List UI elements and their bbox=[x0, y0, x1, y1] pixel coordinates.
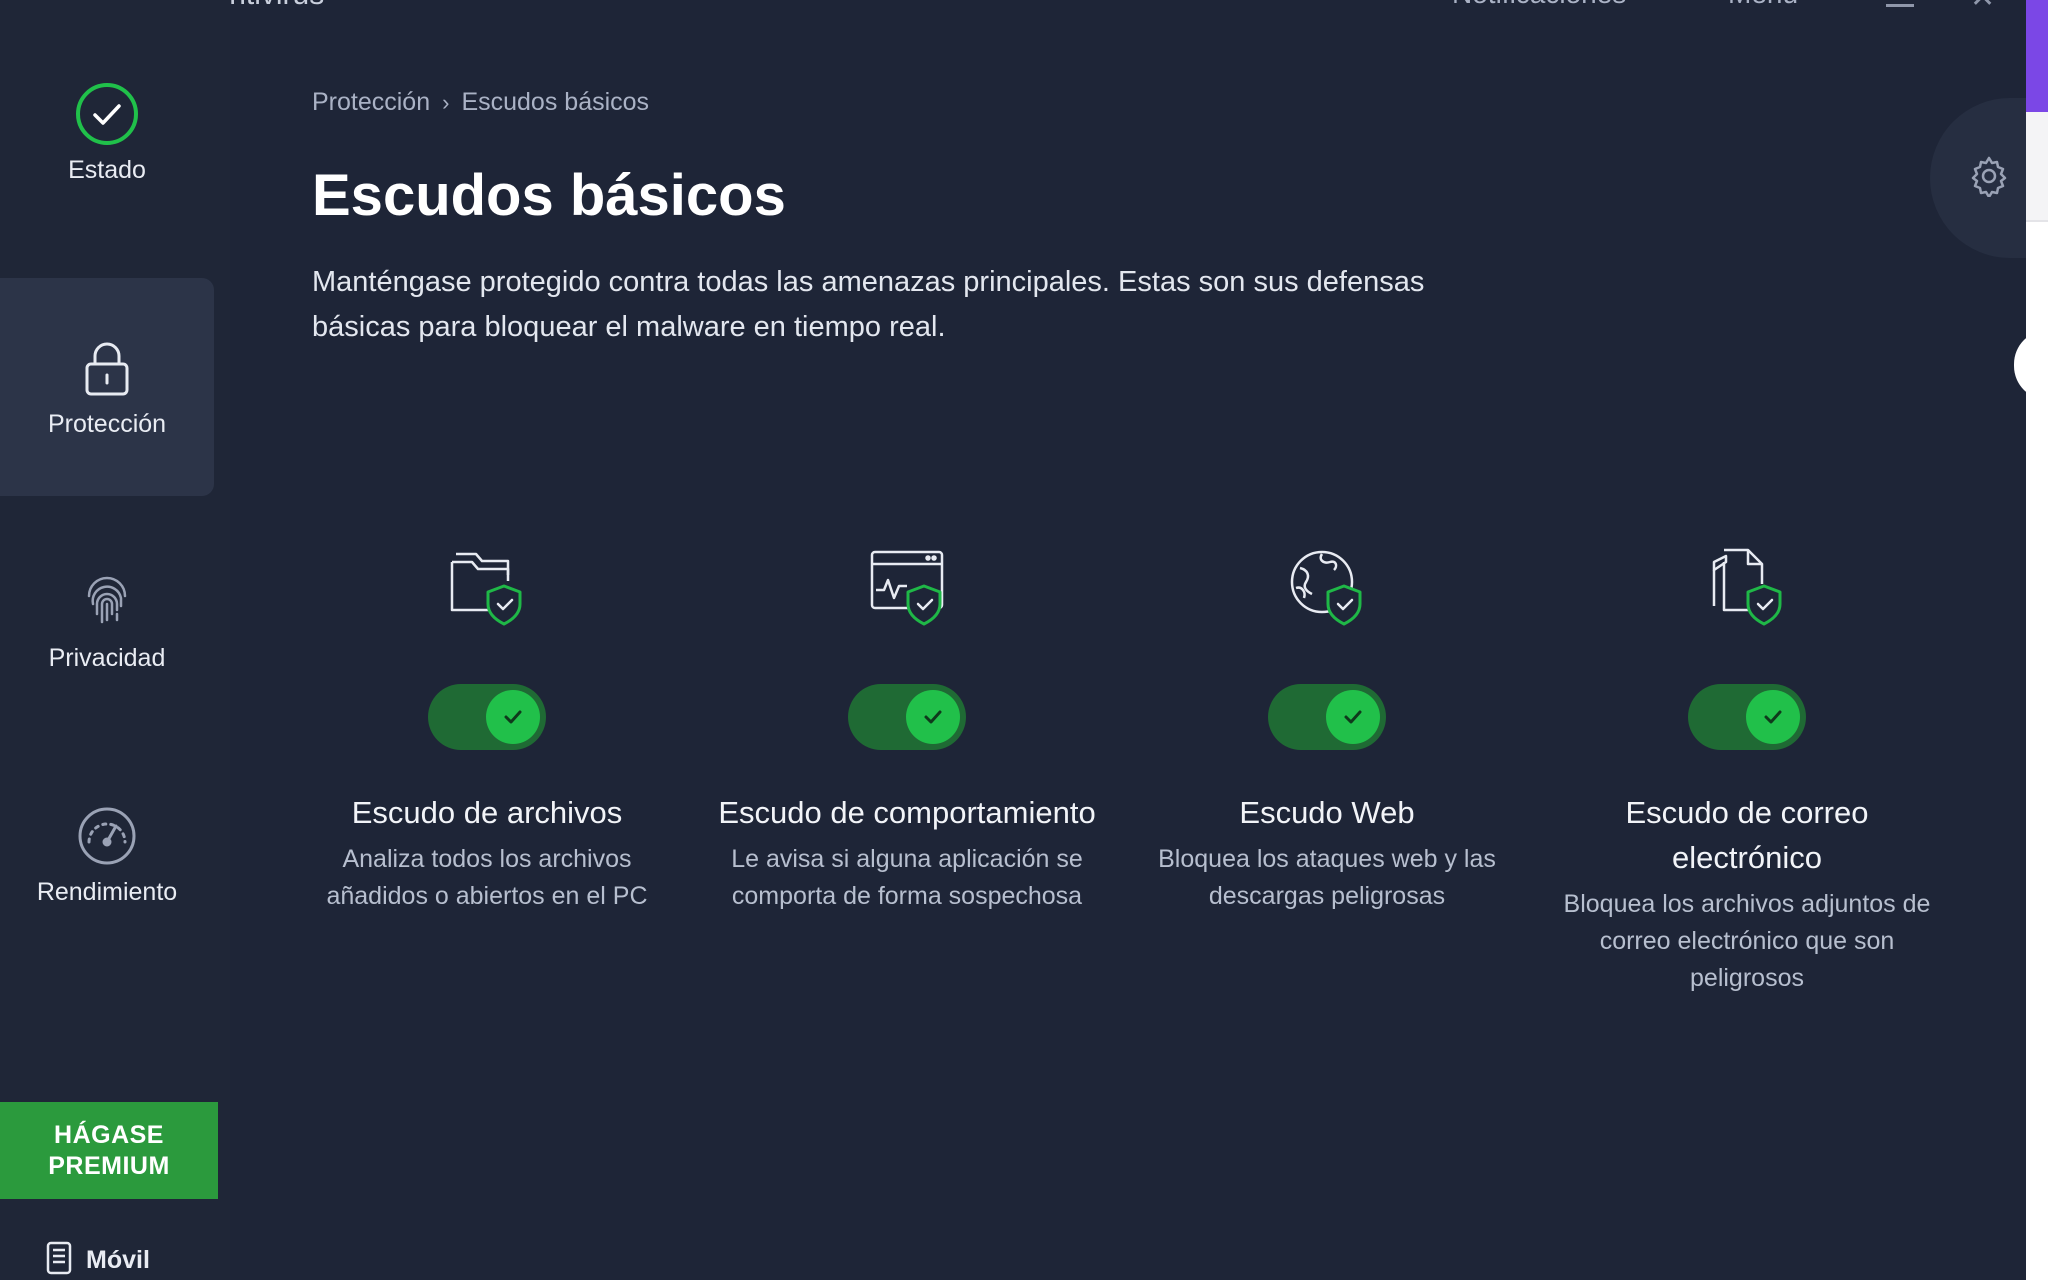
sidebar: Estado Protección Privacidad Rendimiento… bbox=[0, 0, 230, 1280]
breadcrumb-current: Escudos básicos bbox=[461, 88, 650, 116]
sidebar-item-label: Privacidad bbox=[48, 643, 166, 672]
shield-toggle-correo[interactable] bbox=[1688, 684, 1806, 750]
shield-description: Bloquea los ataques web y las descargas … bbox=[1158, 845, 1496, 910]
speedometer-icon bbox=[75, 804, 139, 868]
shield-card-web: Escudo Web Bloquea los ataques web y las… bbox=[1137, 540, 1517, 915]
shield-description: Le avisa si alguna aplicación se comport… bbox=[731, 845, 1083, 910]
shield-description: Bloquea los archivos adjuntos de correo … bbox=[1563, 890, 1931, 992]
document-shield-icon bbox=[1702, 540, 1792, 630]
shield-name[interactable]: Escudo de archivos bbox=[352, 790, 623, 835]
breadcrumb-parent-link[interactable]: Protección bbox=[312, 88, 430, 117]
shield-card-archivos: Escudo de archivos Analiza todos los arc… bbox=[297, 540, 677, 915]
sidebar-item-rendimiento[interactable]: Rendimiento bbox=[0, 746, 214, 964]
settings-button[interactable] bbox=[1930, 98, 2034, 258]
shield-description: Analiza todos los archivos añadidos o ab… bbox=[326, 845, 648, 910]
folder-shield-icon bbox=[442, 540, 532, 630]
window-activity-shield-icon bbox=[862, 540, 952, 630]
sidebar-item-label: Estado bbox=[68, 155, 146, 184]
adjacent-window-toolbar bbox=[2026, 112, 2048, 222]
toggle-check-icon bbox=[486, 690, 540, 744]
shield-toggle-web[interactable] bbox=[1268, 684, 1386, 750]
toggle-check-icon bbox=[906, 690, 960, 744]
shield-toggle-archivos[interactable] bbox=[428, 684, 546, 750]
adjacent-window-header bbox=[2026, 0, 2048, 112]
gear-icon bbox=[1968, 155, 2010, 202]
shield-card-correo: Escudo de correo electrónico Bloquea los… bbox=[1557, 540, 1937, 997]
sidebar-item-label: Móvil bbox=[86, 1245, 150, 1274]
shields-grid: Escudo de archivos Analiza todos los arc… bbox=[230, 540, 1990, 1100]
premium-line-2: PREMIUM bbox=[48, 1152, 170, 1180]
upgrade-premium-button[interactable]: HÁGASE PREMIUM bbox=[0, 1102, 218, 1199]
toggle-check-icon bbox=[1746, 690, 1800, 744]
breadcrumb: Protección › Escudos básicos bbox=[312, 88, 649, 117]
sidebar-item-movil[interactable]: Móvil bbox=[46, 1240, 150, 1280]
main-content: Protección › Escudos básicos Escudos bás… bbox=[230, 0, 2034, 1280]
mobile-phone-icon bbox=[46, 1241, 72, 1280]
page-title: Escudos básicos bbox=[312, 163, 786, 228]
premium-line-1: HÁGASE bbox=[54, 1121, 164, 1149]
sidebar-item-label: Protección bbox=[47, 409, 167, 438]
shield-name[interactable]: Escudo de comportamiento bbox=[718, 790, 1095, 835]
lock-icon bbox=[75, 336, 139, 400]
shield-card-comportamiento: Escudo de comportamiento Le avisa si alg… bbox=[717, 540, 1097, 915]
page-description: Manténgase protegido contra todas las am… bbox=[312, 266, 1425, 343]
fingerprint-icon bbox=[75, 570, 139, 634]
check-circle-icon bbox=[75, 82, 139, 146]
shield-toggle-comportamiento[interactable] bbox=[848, 684, 966, 750]
sidebar-item-label: Rendimiento bbox=[36, 877, 178, 906]
sidebar-item-proteccion[interactable]: Protección bbox=[0, 278, 214, 496]
sidebar-item-estado[interactable]: Estado bbox=[0, 24, 214, 242]
globe-shield-icon bbox=[1282, 540, 1372, 630]
breadcrumb-separator: › bbox=[442, 89, 450, 115]
sidebar-item-privacidad[interactable]: Privacidad bbox=[0, 512, 214, 730]
shield-name[interactable]: Escudo Web bbox=[1239, 790, 1414, 835]
toggle-check-icon bbox=[1326, 690, 1380, 744]
shield-name[interactable]: Escudo de correo electrónico bbox=[1557, 790, 1937, 880]
